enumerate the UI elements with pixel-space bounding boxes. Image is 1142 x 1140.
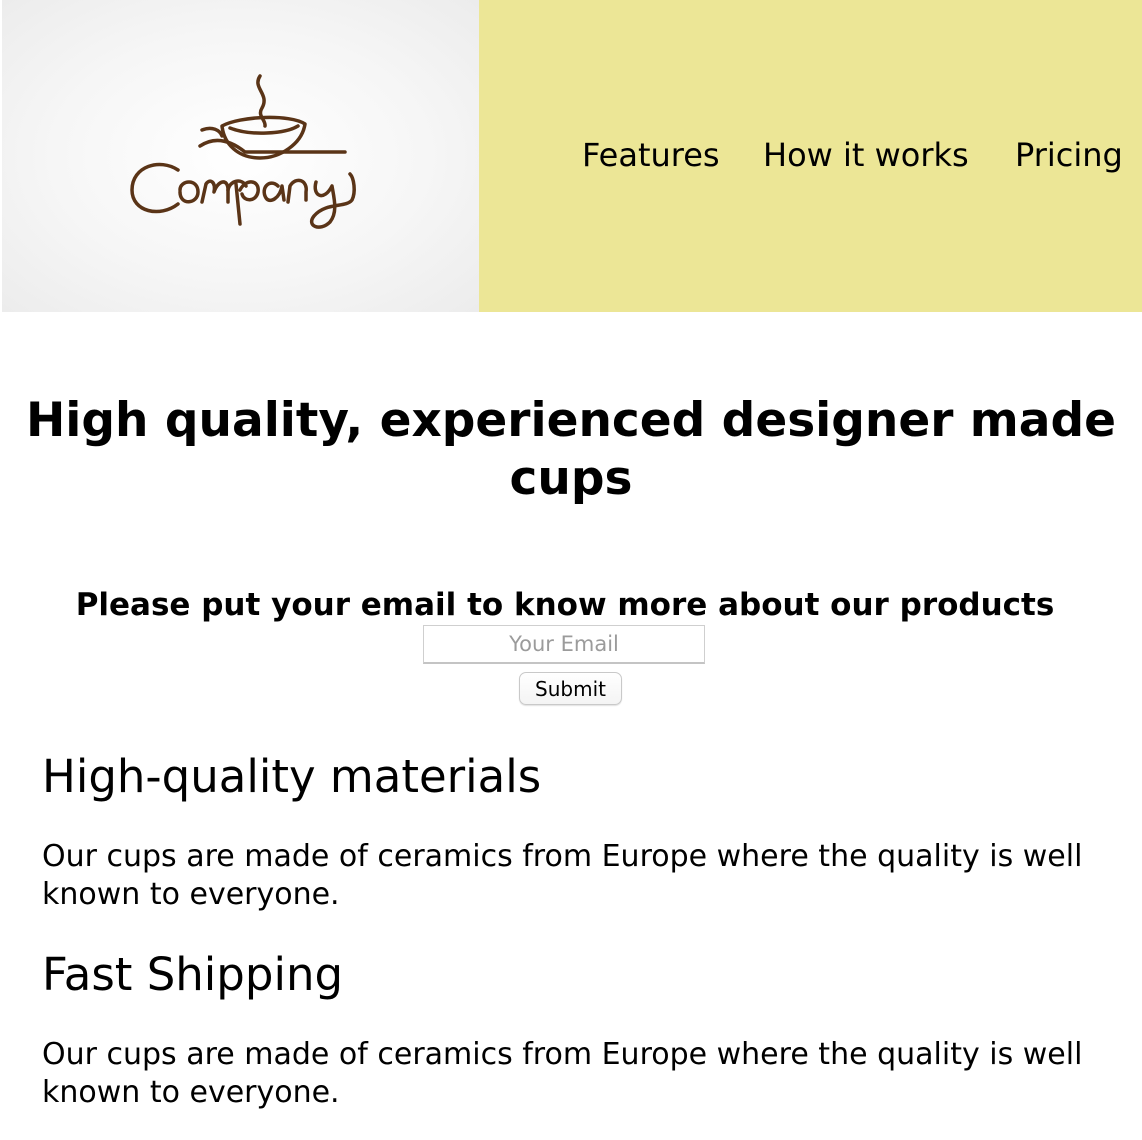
signup-heading: Please put your email to know more about… (75, 587, 1055, 623)
feature-description: Our cups are made of ceramics from Europ… (42, 839, 1083, 912)
feature-title: Fast Shipping (42, 948, 344, 1001)
company-logo[interactable] (120, 66, 365, 236)
email-input[interactable] (423, 625, 705, 664)
nav-link-features[interactable]: Features (582, 136, 720, 174)
nav-link-how-it-works[interactable]: How it works (763, 136, 969, 174)
submit-button[interactable]: Submit (519, 672, 622, 705)
nav-link-pricing[interactable]: Pricing (1015, 136, 1123, 174)
logo-panel (2, 0, 479, 312)
feature-description: Our cups are made of ceramics from Europ… (42, 1037, 1083, 1110)
feature-title: High-quality materials (42, 750, 542, 803)
site-header: Features How it works Pricing (0, 0, 1142, 312)
hero-title: High quality, experienced designer made … (25, 393, 1117, 506)
